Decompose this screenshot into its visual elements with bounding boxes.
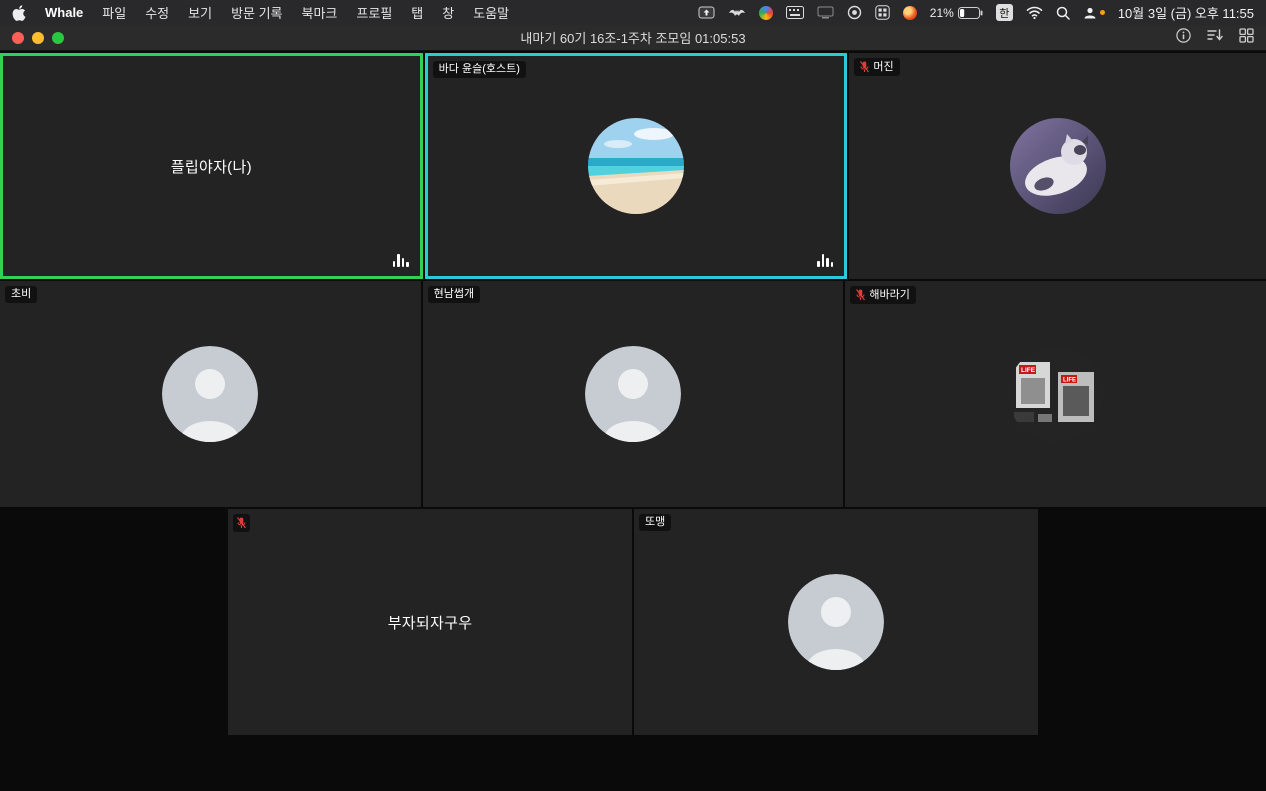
- gallery-row-1: 플립야자(나) 바다 윤슬(호스트): [0, 53, 1266, 279]
- muted-mic-icon: [860, 61, 869, 73]
- menu-item-edit[interactable]: 수정: [145, 3, 169, 22]
- participant-label: 현남썹개: [428, 286, 480, 303]
- avatar: [423, 281, 844, 507]
- avatar: [428, 56, 845, 276]
- participant-tile[interactable]: 머진: [849, 53, 1266, 279]
- participant-label: 해바라기: [850, 286, 915, 304]
- menu-item-file[interactable]: 파일: [102, 3, 126, 22]
- participant-name: 해바라기: [869, 290, 909, 301]
- avatar: [0, 281, 421, 507]
- menu-item-help[interactable]: 도움말: [473, 3, 509, 22]
- participant-label: 또맹: [639, 514, 671, 531]
- titlebar-actions: [1176, 28, 1254, 48]
- screen-mirroring-icon[interactable]: [698, 5, 715, 20]
- menu-item-bookmarks[interactable]: 북마크: [302, 3, 338, 22]
- menu-item-window[interactable]: 창: [442, 3, 454, 22]
- participant-tile[interactable]: 해바라기 LIFE LIFE: [845, 281, 1266, 507]
- security-grid-icon[interactable]: [875, 5, 890, 20]
- audio-activity-icon: [817, 253, 833, 267]
- browser-icon[interactable]: [903, 6, 917, 20]
- battery-icon: [958, 7, 983, 19]
- menu-item-history[interactable]: 방문 기록: [231, 3, 282, 22]
- gallery-row-3: 부자되자구우 또맹: [0, 509, 1266, 735]
- participant-label: [233, 514, 250, 532]
- notification-dot: [1100, 10, 1105, 15]
- view-options-icon[interactable]: [1207, 28, 1223, 47]
- muted-mic-icon: [237, 517, 246, 529]
- user-switch-icon[interactable]: [1083, 6, 1105, 20]
- menu-item-tab[interactable]: 탭: [411, 3, 423, 22]
- participant-name: 현남썹개: [434, 289, 474, 300]
- fullscreen-button[interactable]: [52, 32, 64, 44]
- battery-indicator[interactable]: 21%: [930, 6, 983, 20]
- menu-item-profile[interactable]: 프로필: [356, 3, 392, 22]
- muted-mic-icon: [856, 289, 865, 301]
- audio-activity-icon: [393, 253, 409, 267]
- participant-name: 플립야자(나): [3, 56, 420, 276]
- participant-label: 머진: [854, 58, 899, 76]
- silhouette-avatar: [585, 346, 681, 442]
- cat-photo-avatar: [1010, 118, 1106, 214]
- info-icon[interactable]: [1176, 28, 1191, 48]
- participant-name: 부자되자구우: [228, 509, 632, 735]
- participant-label: 바다 윤슬(호스트): [433, 61, 526, 78]
- participant-name: 또맹: [645, 517, 665, 528]
- participant-name: 머진: [873, 62, 893, 73]
- avatar: [849, 53, 1266, 279]
- bat-icon[interactable]: [728, 7, 746, 19]
- minimize-button[interactable]: [32, 32, 44, 44]
- participant-tile[interactable]: 부자되자구우: [228, 509, 632, 735]
- participant-name: 바다 윤슬(호스트): [439, 64, 520, 75]
- macos-menu-bar: Whale 파일 수정 보기 방문 기록 북마크 프로필 탭 창 도움말: [0, 0, 1266, 25]
- window-titlebar: 내마기 60기 16조-1주차 조모임 01:05:53: [0, 25, 1266, 51]
- app-menu-whale[interactable]: Whale: [45, 5, 83, 20]
- avatar: [634, 509, 1038, 735]
- beach-photo-avatar: [588, 118, 684, 214]
- apple-menu-icon[interactable]: [12, 5, 26, 21]
- menubar-left: Whale 파일 수정 보기 방문 기록 북마크 프로필 탭 창 도움말: [12, 3, 509, 22]
- spotlight-search-icon[interactable]: [1056, 6, 1070, 20]
- screen: Whale 파일 수정 보기 방문 기록 북마크 프로필 탭 창 도움말: [0, 0, 1266, 791]
- participant-tile[interactable]: 또맹: [634, 509, 1038, 735]
- participant-label: 초비: [5, 286, 37, 303]
- gallery-row-2: 초비 현남썹개: [0, 281, 1266, 507]
- svg-text:LIFE: LIFE: [1063, 378, 1076, 384]
- participant-tile-self[interactable]: 플립야자(나): [0, 53, 423, 279]
- gallery-view-icon[interactable]: [1239, 28, 1254, 48]
- participant-tile[interactable]: 현남썹개: [423, 281, 844, 507]
- avatar: LIFE LIFE: [845, 281, 1266, 507]
- participant-tile-host[interactable]: 바다 윤슬(호스트): [425, 53, 848, 279]
- video-gallery: 플립야자(나) 바다 윤슬(호스트): [0, 51, 1266, 791]
- close-button[interactable]: [12, 32, 24, 44]
- participant-tile[interactable]: 초비: [0, 281, 421, 507]
- display-icon[interactable]: [817, 6, 834, 19]
- life-magazine-avatar: LIFE LIFE: [1008, 346, 1104, 442]
- silhouette-avatar: [162, 346, 258, 442]
- assistant-colorwheel-icon[interactable]: [759, 6, 773, 20]
- silhouette-avatar: [788, 574, 884, 670]
- participant-name: 초비: [11, 289, 31, 300]
- wifi-icon[interactable]: [1026, 6, 1043, 19]
- meeting-title: 내마기 60기 16조-1주차 조모임 01:05:53: [0, 28, 1266, 47]
- keyboard-icon[interactable]: [786, 6, 804, 19]
- record-icon[interactable]: [847, 5, 862, 20]
- menubar-status-area: 21% 한 10월 3일 (금) 오후 11:55: [698, 3, 1254, 22]
- traffic-lights: [12, 32, 64, 44]
- menubar-clock[interactable]: 10월 3일 (금) 오후 11:55: [1118, 3, 1254, 22]
- menu-item-view[interactable]: 보기: [188, 3, 212, 22]
- input-source-icon[interactable]: 한: [996, 4, 1013, 21]
- battery-percentage: 21%: [930, 6, 954, 20]
- svg-text:LIFE: LIFE: [1021, 367, 1036, 374]
